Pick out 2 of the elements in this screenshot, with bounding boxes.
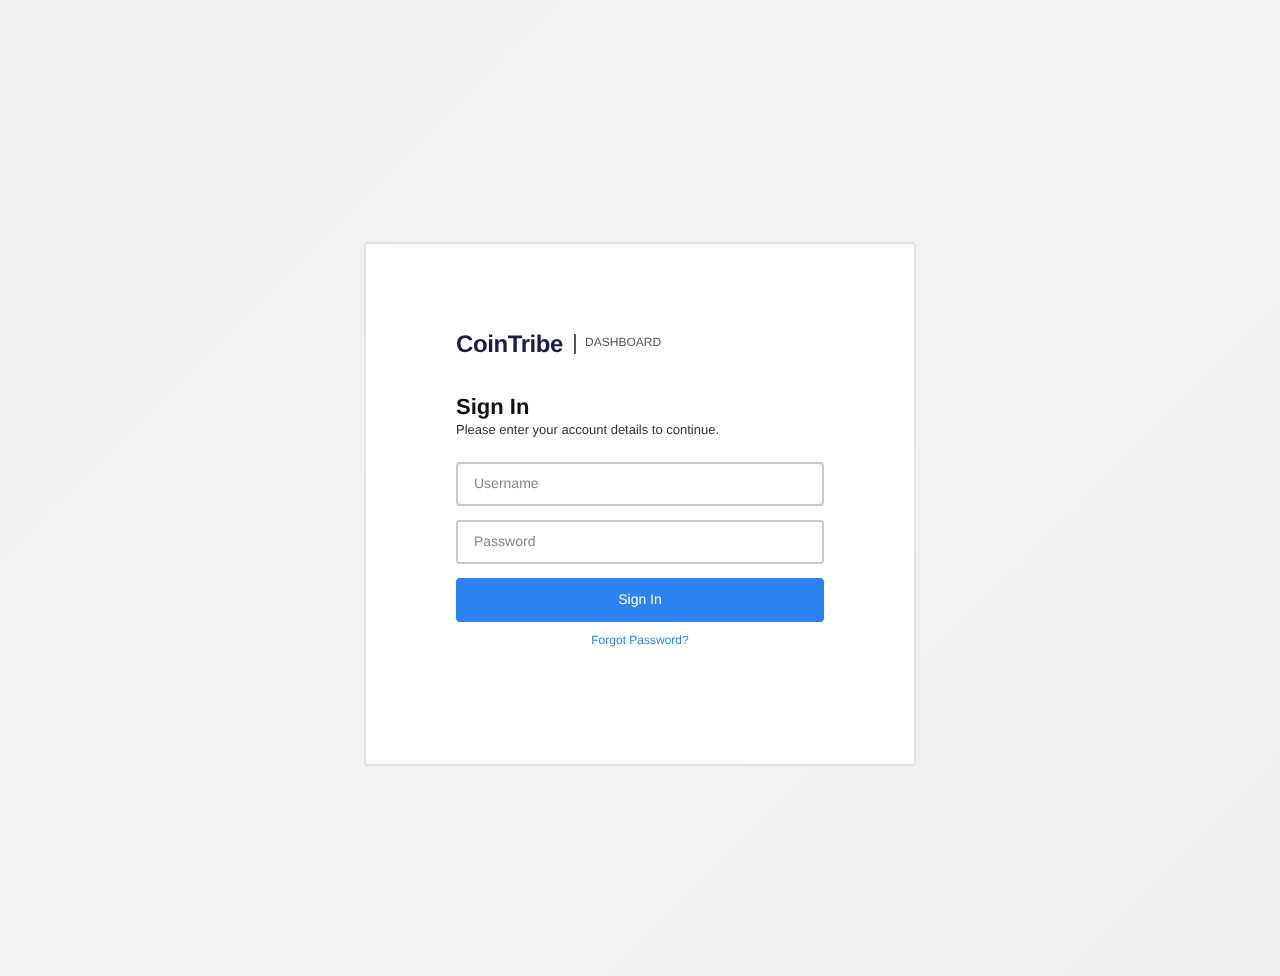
sign-in-heading: Sign In <box>456 396 532 420</box>
brand-logo: CoinTribe <box>456 330 564 358</box>
